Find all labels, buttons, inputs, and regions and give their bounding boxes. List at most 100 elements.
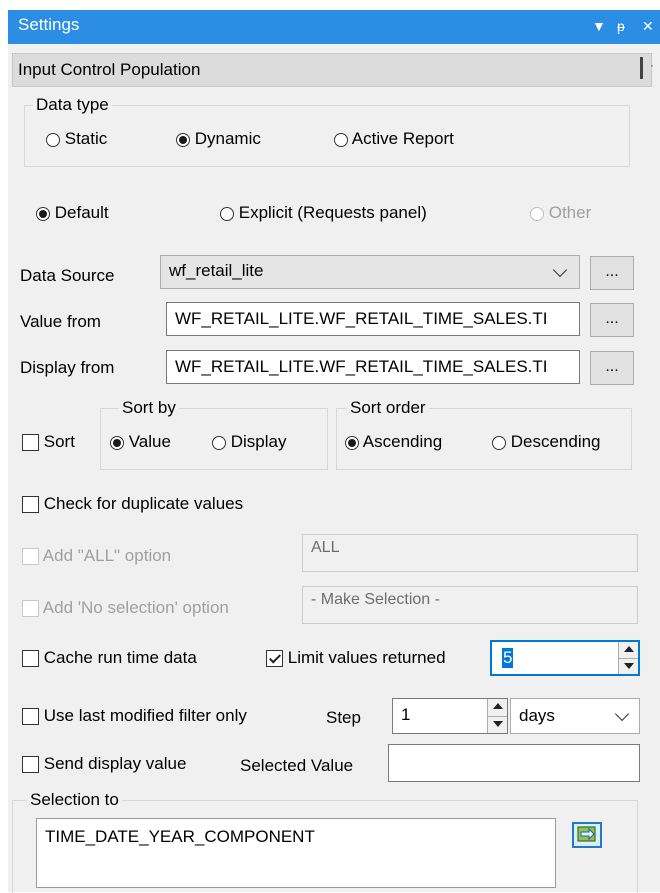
- radio-static[interactable]: Static: [46, 129, 107, 149]
- limit-values-checkbox[interactable]: Limit values returned: [266, 648, 446, 668]
- radio-default-label: Default: [54, 203, 109, 222]
- add-all-value-field: ALL: [302, 534, 638, 572]
- spin-up-icon[interactable]: [619, 642, 638, 658]
- radio-active-report[interactable]: Active Report: [334, 129, 454, 149]
- add-all-value: ALL: [311, 539, 340, 556]
- data-type-legend: Data type: [36, 95, 109, 114]
- radio-dynamic-label: Dynamic: [194, 129, 261, 148]
- radio-descending-indicator[interactable]: [492, 435, 506, 450]
- display-from-field[interactable]: WF_RETAIL_LITE.WF_RETAIL_TIME_SALES.TI: [166, 350, 580, 384]
- radio-sort-display[interactable]: Display: [212, 432, 286, 452]
- radio-other-indicator: [530, 206, 544, 221]
- chevron-down-icon: [614, 706, 630, 722]
- data-type-group: Data type: [24, 95, 630, 167]
- send-display-label: Send display value: [43, 754, 187, 773]
- spin-down-icon[interactable]: [488, 716, 507, 733]
- add-no-selection-box: [22, 600, 39, 618]
- radio-dynamic[interactable]: Dynamic: [176, 129, 261, 149]
- radio-explicit-indicator[interactable]: [220, 206, 234, 221]
- radio-default-indicator[interactable]: [36, 206, 50, 221]
- selected-value-label: Selected Value: [240, 756, 354, 775]
- send-display-box[interactable]: [22, 756, 39, 774]
- cache-runtime-box[interactable]: [22, 650, 39, 668]
- add-no-selection-value: - Make Selection -: [311, 591, 440, 608]
- radio-descending-label: Descending: [510, 432, 601, 451]
- limit-values-box[interactable]: [266, 650, 283, 668]
- value-from-label: Value from: [20, 312, 101, 331]
- value-from-browse-button[interactable]: ...: [590, 303, 634, 337]
- sort-by-legend: Sort by: [122, 398, 176, 417]
- display-from-label: Display from: [20, 358, 115, 377]
- step-label: Step: [326, 708, 361, 727]
- radio-explicit[interactable]: Explicit (Requests panel): [220, 203, 427, 223]
- cache-runtime-checkbox[interactable]: Cache run time data: [22, 648, 197, 668]
- spin-up-icon[interactable]: [488, 699, 507, 716]
- radio-active-report-indicator[interactable]: [334, 132, 348, 147]
- display-from-text: WF_RETAIL_LITE.WF_RETAIL_TIME_SALES.TI: [175, 357, 548, 376]
- selected-value-field[interactable]: [388, 744, 640, 782]
- check-duplicates-label: Check for duplicate values: [43, 494, 244, 513]
- radio-dynamic-indicator[interactable]: [176, 132, 190, 147]
- sort-checkbox-label: Sort: [43, 432, 75, 451]
- selection-to-field[interactable]: TIME_DATE_YEAR_COMPONENT: [36, 818, 556, 888]
- add-all-box: [22, 548, 39, 566]
- limit-values-spinner[interactable]: 5: [490, 640, 640, 676]
- limit-values-input[interactable]: 5: [502, 648, 514, 668]
- radio-ascending-indicator[interactable]: [345, 435, 359, 450]
- add-no-selection-label: Add 'No selection' option: [42, 598, 229, 617]
- radio-default[interactable]: Default: [36, 203, 109, 223]
- radio-static-indicator[interactable]: [46, 132, 60, 147]
- data-source-select[interactable]: wf_retail_lite: [160, 255, 580, 289]
- limit-values-label: Limit values returned: [287, 648, 446, 667]
- sort-checkbox-box[interactable]: [22, 434, 39, 452]
- titlebar-background: [8, 10, 660, 44]
- add-all-checkbox: Add "ALL" option: [22, 546, 171, 566]
- section-header-separator: [640, 57, 643, 79]
- step-spinner[interactable]: 1: [392, 698, 508, 734]
- radio-other-label: Other: [548, 203, 592, 222]
- last-modified-box[interactable]: [22, 708, 39, 726]
- value-from-text: WF_RETAIL_LITE.WF_RETAIL_TIME_SALES.TI: [175, 309, 548, 328]
- value-from-field[interactable]: WF_RETAIL_LITE.WF_RETAIL_TIME_SALES.TI: [166, 302, 580, 336]
- radio-ascending-label: Ascending: [362, 432, 443, 451]
- data-source-value: wf_retail_lite: [169, 261, 264, 280]
- dropdown-arrow-icon[interactable]: ▼: [592, 18, 606, 34]
- select-field-icon: [577, 826, 596, 842]
- radio-other: Other: [530, 203, 591, 223]
- radio-sort-value[interactable]: Value: [110, 432, 171, 452]
- add-all-label: Add "ALL" option: [42, 546, 172, 565]
- limit-values-spin-buttons[interactable]: [618, 642, 638, 674]
- radio-active-report-label: Active Report: [351, 129, 454, 148]
- cache-runtime-label: Cache run time data: [43, 648, 197, 667]
- sort-checkbox[interactable]: Sort: [22, 432, 75, 452]
- radio-sort-display-label: Display: [230, 432, 287, 451]
- selection-to-picker-button[interactable]: [572, 822, 602, 848]
- radio-sort-value-indicator[interactable]: [110, 435, 124, 450]
- chevron-down-icon: [552, 262, 568, 278]
- add-no-selection-value-field: - Make Selection -: [302, 586, 638, 624]
- radio-ascending[interactable]: Ascending: [345, 432, 442, 452]
- check-duplicates-box[interactable]: [22, 496, 39, 514]
- radio-descending[interactable]: Descending: [492, 432, 601, 452]
- window-title: Settings: [18, 15, 80, 34]
- radio-sort-value-label: Value: [128, 432, 171, 451]
- last-modified-label: Use last modified filter only: [43, 706, 247, 725]
- selection-to-value: TIME_DATE_YEAR_COMPONENT: [45, 827, 315, 846]
- add-no-selection-checkbox: Add 'No selection' option: [22, 598, 229, 618]
- data-source-label: Data Source: [20, 266, 115, 285]
- radio-sort-display-indicator[interactable]: [212, 435, 226, 450]
- sort-order-legend: Sort order: [350, 398, 426, 417]
- data-source-browse-button[interactable]: ...: [590, 256, 634, 290]
- display-from-browse-button[interactable]: ...: [590, 351, 634, 385]
- last-modified-checkbox[interactable]: Use last modified filter only: [22, 706, 247, 726]
- send-display-checkbox[interactable]: Send display value: [22, 754, 186, 774]
- step-spin-buttons[interactable]: [487, 699, 507, 733]
- step-unit-select[interactable]: days: [510, 698, 640, 734]
- close-icon[interactable]: ✕: [642, 18, 654, 35]
- spin-down-icon[interactable]: [619, 658, 638, 674]
- pin-icon[interactable]: ᵽ: [617, 18, 625, 34]
- window-titlebar: [0, 0, 660, 44]
- section-title: Input Control Population: [18, 60, 201, 79]
- check-duplicates-checkbox[interactable]: Check for duplicate values: [22, 494, 243, 514]
- step-input[interactable]: 1: [401, 705, 410, 725]
